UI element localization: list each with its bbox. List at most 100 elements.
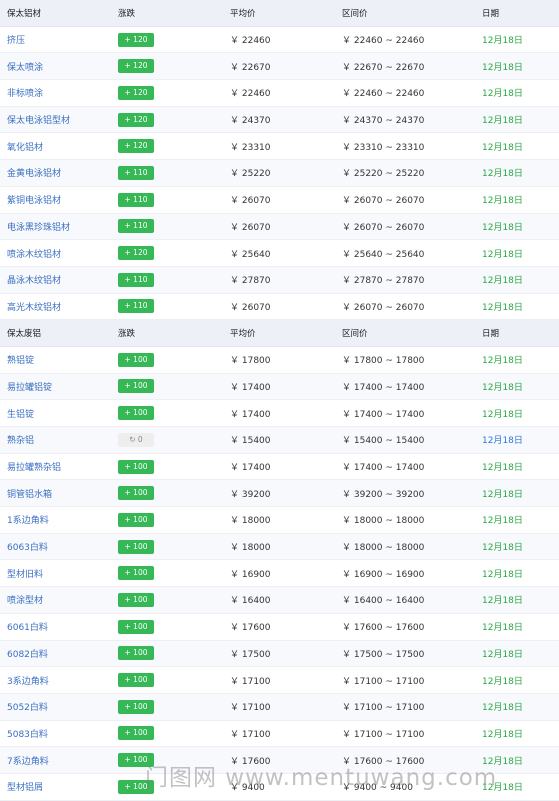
product-name-link[interactable]: 5083白料 xyxy=(7,721,117,747)
table-row: 易拉罐铝锭 + 100 ￥ 17400 ￥ 17400 ~ 17400 12月18日 xyxy=(0,373,559,401)
change-badge: + 100 xyxy=(118,779,154,794)
average-price: ￥ 24370 xyxy=(230,116,271,127)
product-name-link[interactable]: 晶泳木纹铝材 xyxy=(7,267,117,293)
change-cell: + 100 xyxy=(118,721,228,747)
average-price: ￥ 16400 xyxy=(230,596,271,607)
average-price: ￥ 26070 xyxy=(230,222,271,233)
change-cell: + 100 xyxy=(118,400,228,426)
change-cell: + 110 xyxy=(118,160,228,186)
date: 12月18日 xyxy=(482,596,523,607)
product-name-link[interactable]: 紫铜电泳铝材 xyxy=(7,187,117,213)
average-price: ￥ 39200 xyxy=(230,489,271,500)
product-name-link[interactable]: 熟杂铝 xyxy=(7,427,117,453)
product-name-link[interactable]: 易拉罐熟杂铝 xyxy=(7,454,117,480)
product-name-link[interactable]: 6082白料 xyxy=(7,641,117,667)
range-price: ￥ 17100 ~ 17100 xyxy=(342,729,425,740)
table-row: 紫铜电泳铝材 + 110 ￥ 26070 ￥ 26070 ~ 26070 12月18日 xyxy=(0,186,559,214)
change-badge: ↻ 0 xyxy=(118,432,154,447)
product-name-link[interactable]: 高光木纹铝材 xyxy=(7,294,117,320)
average-price: ￥ 17500 xyxy=(230,649,271,660)
change-badge: + 100 xyxy=(118,512,154,527)
date: 12月18日 xyxy=(482,116,523,127)
header-avg-price: 平均价 xyxy=(230,329,256,340)
range-price: ￥ 22670 ~ 22670 xyxy=(342,62,425,73)
date: 12月18日 xyxy=(482,676,523,687)
product-name-link[interactable]: 3系边角料 xyxy=(7,667,117,693)
product-name-link[interactable]: 6061白料 xyxy=(7,614,117,640)
change-badge: + 110 xyxy=(118,272,154,287)
product-name-link[interactable]: 6063白料 xyxy=(7,534,117,560)
product-name-link[interactable]: 铜管铝水箱 xyxy=(7,480,117,506)
product-name-link[interactable]: 1系边角料 xyxy=(7,507,117,533)
date: 12月18日 xyxy=(482,569,523,580)
change-cell: + 110 xyxy=(118,187,228,213)
product-name-link[interactable]: 非标喷涂 xyxy=(7,80,117,106)
table-row: 生铝锭 + 100 ￥ 17400 ￥ 17400 ~ 17400 12月18日 xyxy=(0,400,559,427)
product-name-link[interactable]: 电泳黑珍珠铝材 xyxy=(7,214,117,240)
product-name-link[interactable]: 型材旧料 xyxy=(7,560,117,586)
change-badge: + 100 xyxy=(118,673,154,688)
header-name: 保太废铝 xyxy=(7,329,42,340)
change-badge: + 110 xyxy=(118,192,154,207)
date: 12月18日 xyxy=(482,543,523,554)
average-price: ￥ 26070 xyxy=(230,302,271,313)
table-row: 铜管铝水箱 + 100 ￥ 39200 ￥ 39200 ~ 39200 12月18日 xyxy=(0,480,559,508)
product-name-link[interactable]: 易拉罐铝锭 xyxy=(7,374,117,400)
product-name-link[interactable]: 喷涂木纹铝材 xyxy=(7,240,117,266)
change-cell: ↻ 0 xyxy=(118,427,228,453)
range-price: ￥ 9400 ~ 9400 xyxy=(342,783,413,794)
range-price: ￥ 17400 ~ 17400 xyxy=(342,463,425,474)
change-badge: + 100 xyxy=(118,646,154,661)
change-cell: + 100 xyxy=(118,480,228,506)
change-cell: + 100 xyxy=(118,507,228,533)
table-row: 非标喷涂 + 120 ￥ 22460 ￥ 22460 ~ 22460 12月18日 xyxy=(0,80,559,107)
date: 12月18日 xyxy=(482,729,523,740)
change-cell: + 100 xyxy=(118,587,228,613)
product-name-link[interactable]: 5052白料 xyxy=(7,694,117,720)
date: 12月18日 xyxy=(482,196,523,207)
change-badge: + 100 xyxy=(118,459,154,474)
range-price: ￥ 26070 ~ 26070 xyxy=(342,302,425,313)
range-price: ￥ 26070 ~ 26070 xyxy=(342,196,425,207)
product-name-link[interactable]: 熟铝锭 xyxy=(7,347,117,373)
range-price: ￥ 17400 ~ 17400 xyxy=(342,409,425,420)
range-price: ￥ 17800 ~ 17800 xyxy=(342,356,425,367)
product-name-link[interactable]: 喷涂型材 xyxy=(7,587,117,613)
product-name-link[interactable]: 保太电泳铝型材 xyxy=(7,107,117,133)
average-price: ￥ 17400 xyxy=(230,463,271,474)
date: 12月18日 xyxy=(482,62,523,73)
change-badge: + 110 xyxy=(118,299,154,314)
product-name-link[interactable]: 型材铝屑 xyxy=(7,774,117,800)
range-price: ￥ 25220 ~ 25220 xyxy=(342,169,425,180)
change-cell: + 120 xyxy=(118,107,228,133)
range-price: ￥ 25640 ~ 25640 xyxy=(342,249,425,260)
date: 12月18日 xyxy=(482,142,523,153)
table-row: 5083白料 + 100 ￥ 17100 ￥ 17100 ~ 17100 12月18日 xyxy=(0,720,559,748)
range-price: ￥ 17500 ~ 17500 xyxy=(342,649,425,660)
average-price: ￥ 22460 xyxy=(230,36,271,47)
change-badge: + 120 xyxy=(118,112,154,127)
average-price: ￥ 17100 xyxy=(230,676,271,687)
date: 12月18日 xyxy=(482,463,523,474)
change-badge: + 100 xyxy=(118,753,154,768)
change-badge: + 120 xyxy=(118,139,154,154)
change-cell: + 110 xyxy=(118,294,228,320)
product-name-link[interactable]: 氧化铝材 xyxy=(7,133,117,159)
product-name-link[interactable]: 生铝锭 xyxy=(7,400,117,426)
table-row: 型材旧料 + 100 ￥ 16900 ￥ 16900 ~ 16900 12月18日 xyxy=(0,560,559,588)
product-name-link[interactable]: 7系边角料 xyxy=(7,747,117,773)
range-price: ￥ 17600 ~ 17600 xyxy=(342,756,425,767)
header-range-price: 区间价 xyxy=(342,8,368,19)
change-badge: + 100 xyxy=(118,619,154,634)
product-name-link[interactable]: 保太喷涂 xyxy=(7,53,117,79)
average-price: ￥ 25220 xyxy=(230,169,271,180)
average-price: ￥ 23310 xyxy=(230,142,271,153)
header-range-price: 区间价 xyxy=(342,329,368,340)
range-price: ￥ 17600 ~ 17600 xyxy=(342,623,425,634)
range-price: ￥ 24370 ~ 24370 xyxy=(342,116,425,127)
date: 12月18日 xyxy=(482,623,523,634)
average-price: ￥ 16900 xyxy=(230,569,271,580)
product-name-link[interactable]: 金黄电泳铝材 xyxy=(7,160,117,186)
table-row: 电泳黑珍珠铝材 + 110 ￥ 26070 ￥ 26070 ~ 26070 12月18日 xyxy=(0,213,559,241)
product-name-link[interactable]: 挤压 xyxy=(7,27,117,53)
